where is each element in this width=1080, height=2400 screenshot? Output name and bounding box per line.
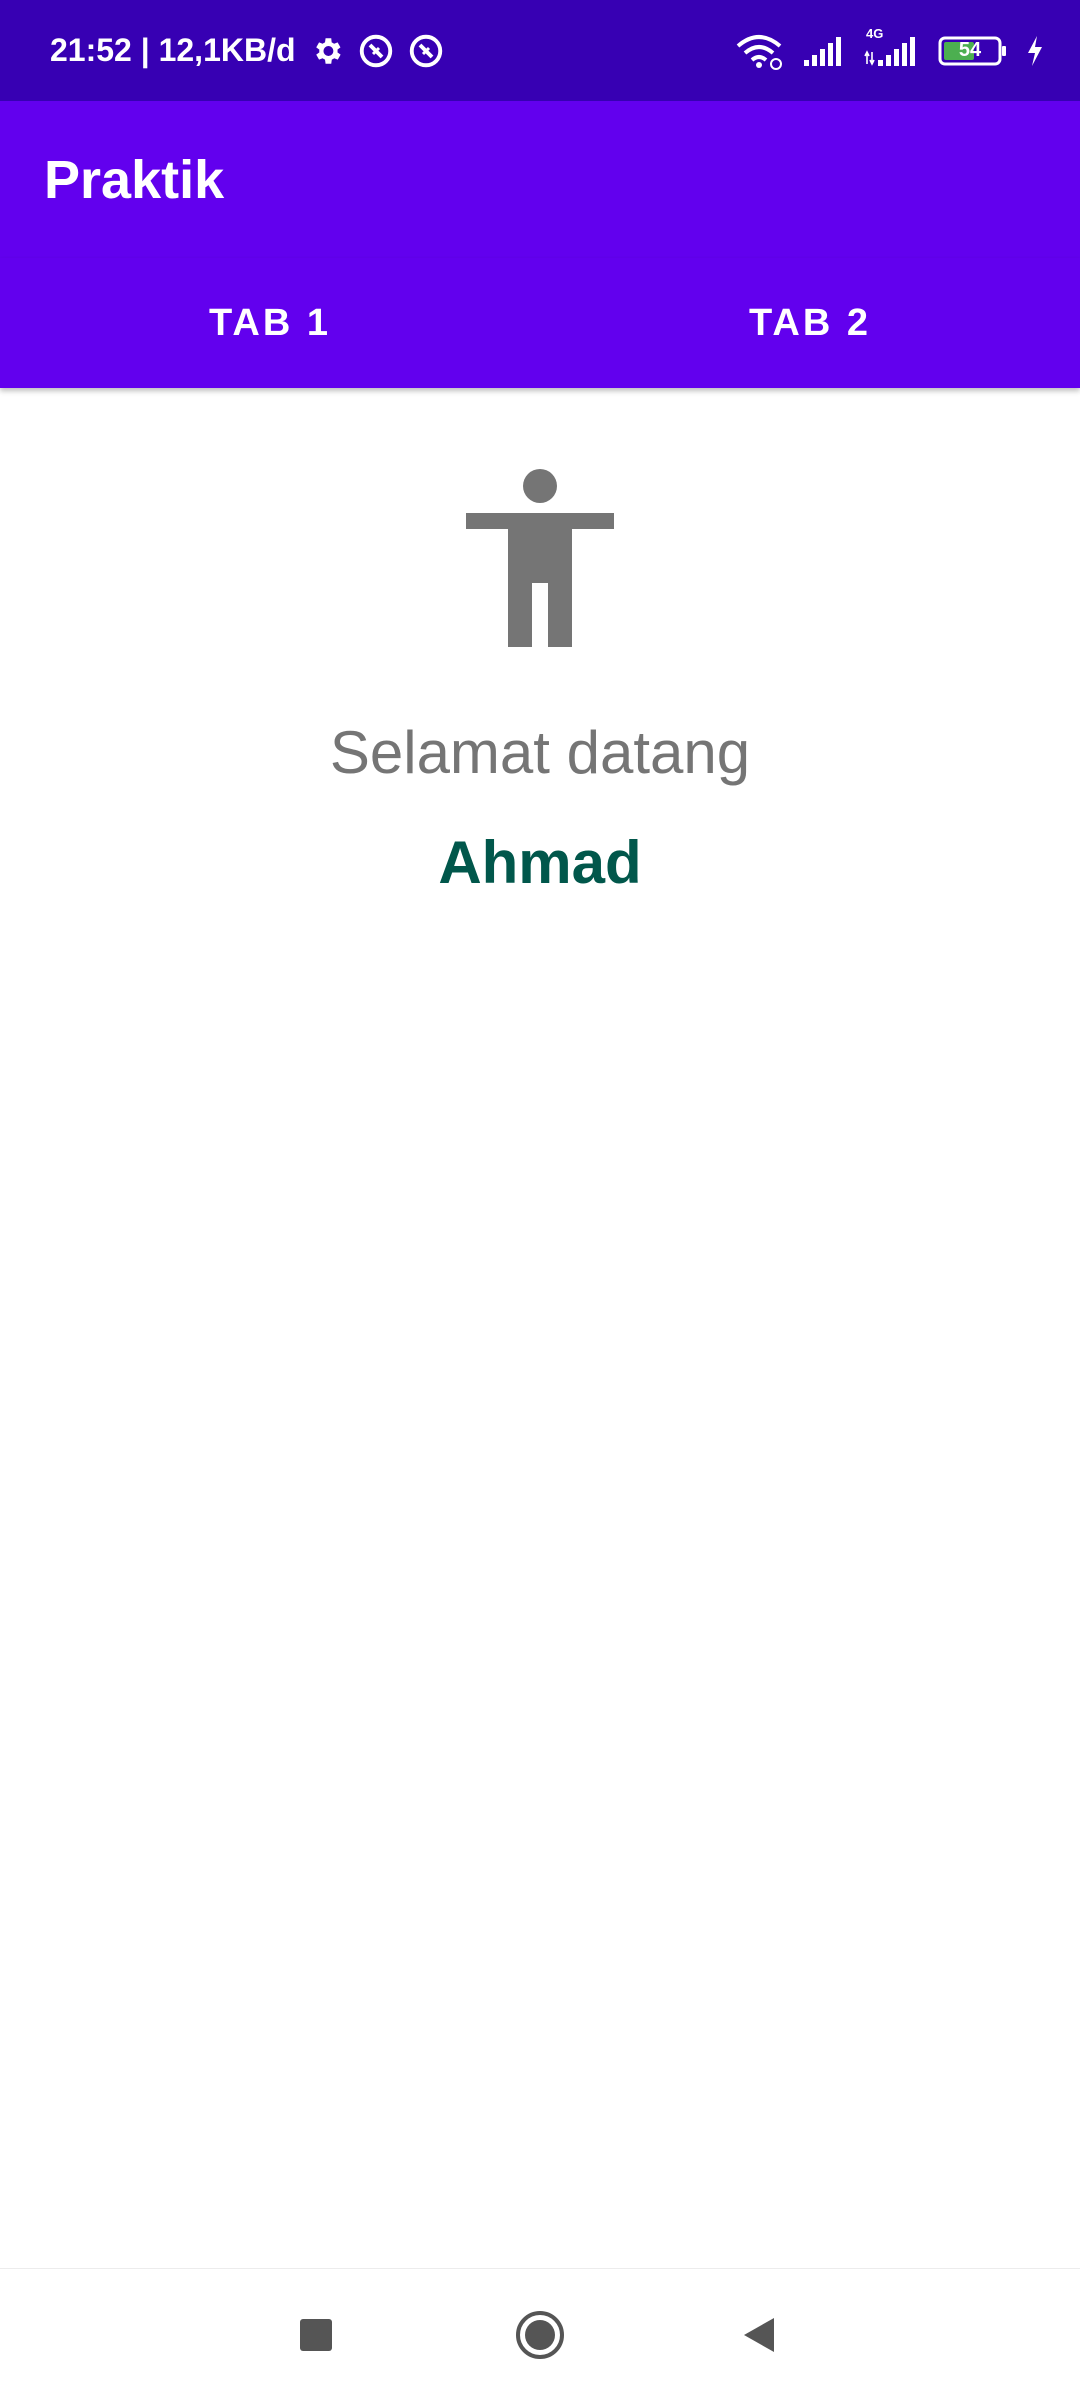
- wifi-icon: [734, 32, 784, 70]
- charging-bolt-icon: [1026, 35, 1044, 67]
- recents-button[interactable]: [256, 2269, 376, 2400]
- status-time-speed: 21:52 | 12,1KB/d: [50, 32, 296, 68]
- user-name: Ahmad: [438, 829, 642, 896]
- app-title: Praktik: [44, 149, 225, 210]
- back-button[interactable]: [700, 2269, 820, 2400]
- status-right: 4G 54: [734, 0, 1044, 101]
- blocked-notification-icon: [408, 33, 444, 69]
- back-icon: [740, 2315, 780, 2355]
- tab-1[interactable]: TAB 1: [0, 258, 540, 388]
- blocked-notification-icon: [358, 33, 394, 69]
- recents-icon: [298, 2317, 334, 2353]
- tab-bar: TAB 1 TAB 2: [0, 258, 1080, 388]
- signal-icon: [802, 34, 846, 68]
- system-nav-bar: [0, 2268, 1080, 2400]
- greeting-text: Selamat datang: [329, 719, 751, 786]
- app-bar: Praktik: [0, 101, 1080, 258]
- tab-content: Selamat datang Ahmad: [0, 388, 1080, 2268]
- battery-icon: 54: [938, 34, 1008, 68]
- home-icon: [514, 2309, 566, 2361]
- accessibility-icon: [462, 468, 618, 648]
- status-left: 21:52 | 12,1KB/d: [50, 0, 444, 101]
- signal-4g-icon: 4G: [864, 26, 920, 68]
- status-bar: 21:52 | 12,1KB/d 4G 54: [0, 0, 1080, 101]
- home-button[interactable]: [480, 2269, 600, 2400]
- settings-gear-icon: [310, 34, 344, 68]
- battery-level: 54: [958, 39, 982, 61]
- tab-2[interactable]: TAB 2: [540, 258, 1080, 388]
- app-screen: 21:52 | 12,1KB/d 4G 54 Praktik TAB 1 TAB…: [0, 0, 1080, 2400]
- network-type-label: 4G: [866, 25, 884, 41]
